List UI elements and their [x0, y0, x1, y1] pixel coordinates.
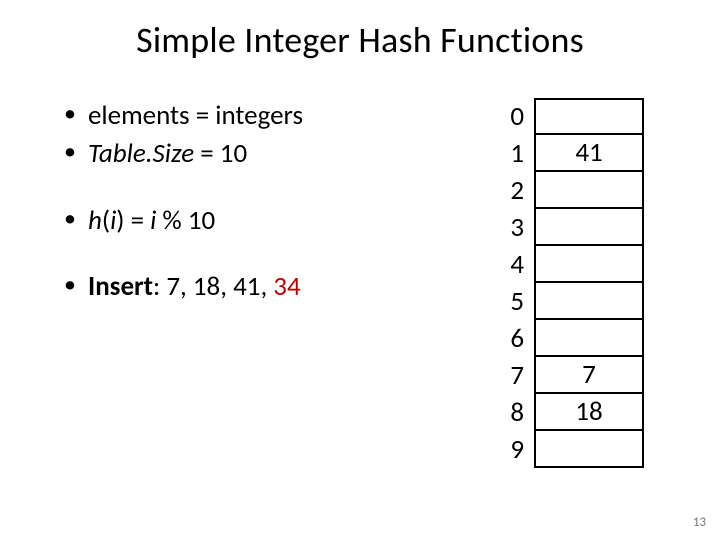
table-row: 0 [492, 98, 644, 135]
row-cell [534, 172, 644, 209]
fn-open: ( [102, 204, 110, 237]
row-index: 2 [492, 172, 534, 209]
page-number: 13 [693, 515, 706, 530]
row-index: 6 [492, 320, 534, 357]
row-index: 5 [492, 283, 534, 320]
row-cell [534, 320, 644, 357]
table-row: 7 7 [492, 357, 644, 394]
table-row: 6 [492, 320, 644, 357]
bullet-list: elements = integers Table.Size = 10 h(i)… [60, 98, 460, 308]
row-index: 8 [492, 394, 534, 431]
bullet-elements: elements = integers [60, 98, 460, 134]
row-index: 1 [492, 135, 534, 172]
row-index: 4 [492, 246, 534, 283]
insert-current: 34 [273, 270, 300, 303]
row-cell: 41 [534, 135, 644, 172]
table-row: 2 [492, 172, 644, 209]
fn-h: h [88, 204, 102, 237]
row-cell [534, 246, 644, 283]
table-row: 5 [492, 283, 644, 320]
bullet-text: elements = integers [88, 99, 303, 132]
bullet-insert: Insert: 7, 18, 41, 34 [60, 269, 460, 305]
insert-values: : 7, 18, 41, [153, 270, 273, 303]
row-index: 3 [492, 209, 534, 246]
row-cell [534, 283, 644, 320]
row-cell [534, 209, 644, 246]
table-row: 4 [492, 246, 644, 283]
row-cell: 18 [534, 394, 644, 431]
tablesize-var: Table.Size [88, 137, 194, 170]
row-cell: 7 [534, 357, 644, 394]
table-row: 9 [492, 431, 644, 468]
fn-mid: ) = [116, 204, 150, 237]
table-row: 8 18 [492, 394, 644, 431]
bullet-tablesize: Table.Size = 10 [60, 136, 460, 172]
row-index: 0 [492, 98, 534, 135]
table-row: 1 41 [492, 135, 644, 172]
insert-label: Insert [88, 270, 153, 303]
hash-table: 0 1 41 2 3 4 5 6 7 7 [492, 98, 644, 468]
table-row: 3 [492, 209, 644, 246]
fn-end: % 10 [156, 204, 215, 237]
bullet-hashfn: h(i) = i % 10 [60, 203, 460, 239]
tablesize-rest: = 10 [194, 137, 247, 170]
row-index: 7 [492, 357, 534, 394]
row-cell [534, 98, 644, 135]
row-cell [534, 431, 644, 468]
slide: Simple Integer Hash Functions elements =… [0, 0, 720, 540]
row-index: 9 [492, 431, 534, 468]
slide-title: Simple Integer Hash Functions [0, 18, 720, 62]
